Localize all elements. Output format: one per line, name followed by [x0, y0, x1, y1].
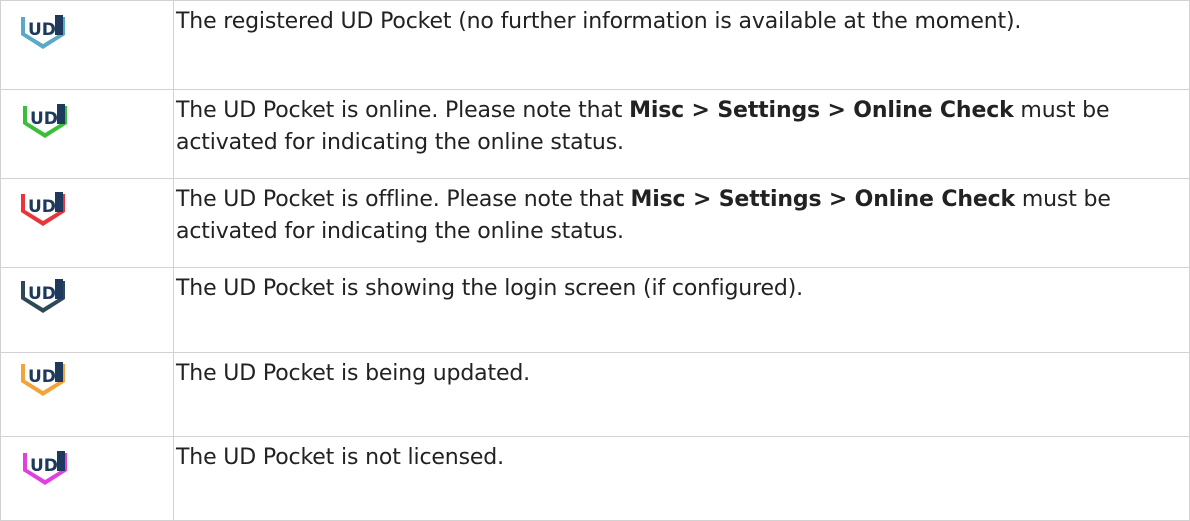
icon-cell: UD	[0, 352, 174, 437]
description-cell: The UD Pocket is being updated.	[173, 352, 1190, 437]
ud-pocket-unlicensed-icon: UD	[23, 451, 67, 485]
description-text: The UD Pocket is being updated.	[176, 361, 530, 386]
svg-text:UD: UD	[28, 284, 56, 304]
description-text: The UD Pocket is not licensed.	[176, 445, 504, 470]
settings-path: Misc > Settings > Online Check	[630, 187, 1015, 212]
svg-text:UD: UD	[30, 109, 58, 129]
svg-text:UD: UD	[30, 456, 58, 476]
icon-cell: UD	[0, 0, 174, 90]
ud-pocket-offline-icon: UD	[21, 192, 65, 226]
description-text: The UD Pocket is showing the login scree…	[176, 276, 803, 301]
svg-text:UD: UD	[28, 20, 56, 40]
description-cell: The registered UD Pocket (no further inf…	[173, 0, 1190, 90]
table-row: UD The UD Pocket is not licensed.	[0, 436, 1190, 521]
description-text: The UD Pocket is online. Please note tha…	[176, 98, 630, 123]
description-cell: The UD Pocket is showing the login scree…	[173, 267, 1190, 353]
description-cell: The UD Pocket is offline. Please note th…	[173, 178, 1190, 268]
settings-path: Misc > Settings > Online Check	[629, 98, 1014, 123]
ud-pocket-login-icon: UD	[21, 279, 65, 313]
ud-pocket-registered-icon: UD	[21, 15, 65, 49]
description-cell: The UD Pocket is not licensed.	[173, 436, 1190, 521]
description-cell: The UD Pocket is online. Please note tha…	[173, 89, 1190, 179]
icon-cell: UD	[0, 178, 174, 268]
ud-pocket-updating-icon: UD	[21, 362, 65, 396]
svg-text:UD: UD	[28, 197, 56, 217]
icon-legend-table: UD The registered UD Pocket (no further …	[0, 0, 1190, 521]
table-row: UD The registered UD Pocket (no further …	[0, 0, 1190, 90]
icon-cell: UD	[0, 89, 174, 179]
description-text: The UD Pocket is offline. Please note th…	[176, 187, 631, 212]
table-row: UD The UD Pocket is showing the login sc…	[0, 267, 1190, 353]
table-row: UD The UD Pocket is online. Please note …	[0, 89, 1190, 179]
svg-text:UD: UD	[28, 367, 56, 387]
ud-pocket-online-icon: UD	[23, 104, 67, 138]
table-row: UD The UD Pocket is being updated.	[0, 352, 1190, 437]
icon-cell: UD	[0, 267, 174, 353]
description-text: The registered UD Pocket (no further inf…	[176, 9, 1022, 34]
icon-cell: UD	[0, 436, 174, 521]
table-row: UD The UD Pocket is offline. Please note…	[0, 178, 1190, 268]
